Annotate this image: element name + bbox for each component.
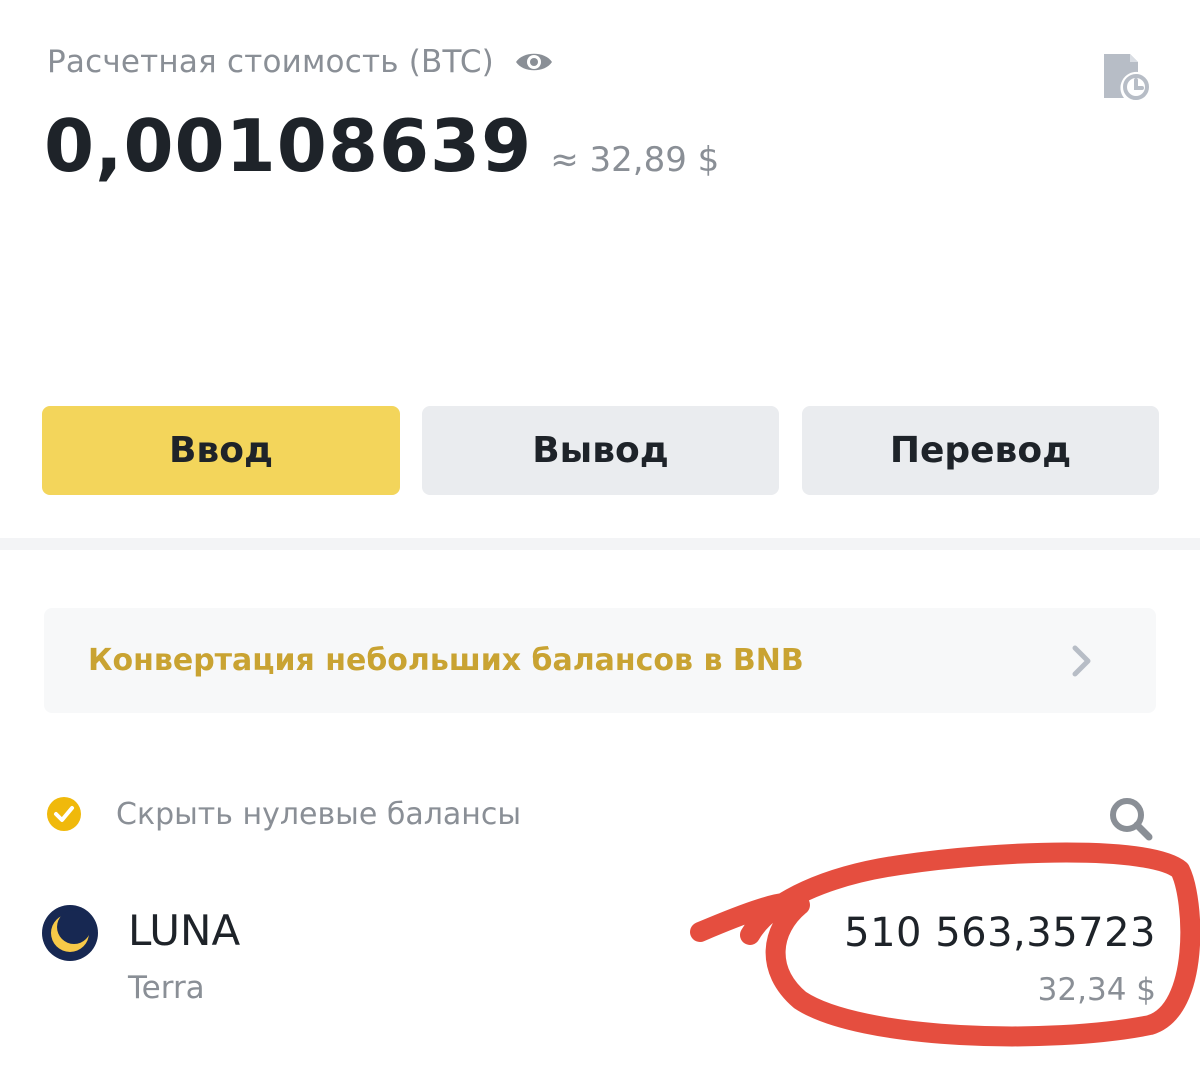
hide-zero-balances-toggle[interactable]: Скрыть нулевые балансы [46, 796, 521, 832]
luna-coin-icon [41, 904, 99, 962]
usd-approx-value: ≈ 32,89 $ [550, 140, 720, 180]
btc-total-value: 0,00108639 [44, 104, 533, 188]
chevron-right-icon [1070, 644, 1094, 678]
asset-name: Terra [128, 970, 205, 1006]
search-icon[interactable] [1106, 794, 1154, 842]
check-circle-icon[interactable] [46, 796, 82, 832]
convert-banner-text: Конвертация небольших балансов в BNB [88, 643, 804, 678]
history-icon[interactable] [1098, 50, 1154, 106]
convert-small-balances-banner[interactable]: Конвертация небольших балансов в BNB [44, 608, 1156, 713]
section-divider [0, 538, 1200, 550]
asset-row-luna[interactable]: LUNA Terra 510 563,35723 32,34 $ [0, 880, 1200, 1030]
estimated-value-row: Расчетная стоимость (BTC) [47, 44, 554, 80]
transfer-button[interactable]: Перевод [802, 406, 1159, 495]
asset-amount: 510 563,35723 [844, 910, 1156, 956]
withdraw-button[interactable]: Вывод [422, 406, 779, 495]
total-value-row: 0,00108639 ≈ 32,89 $ [44, 104, 719, 188]
balance-card: Расчетная стоимость (BTC) 0,00108639 ≈ 3… [0, 0, 1200, 536]
hide-zero-balances-label: Скрыть нулевые балансы [116, 796, 522, 832]
asset-symbol: LUNA [128, 906, 241, 955]
eye-icon[interactable] [514, 47, 554, 77]
estimated-value-label: Расчетная стоимость (BTC) [47, 44, 494, 80]
asset-usd-value: 32,34 $ [1037, 972, 1156, 1008]
deposit-button[interactable]: Ввод [42, 406, 400, 495]
